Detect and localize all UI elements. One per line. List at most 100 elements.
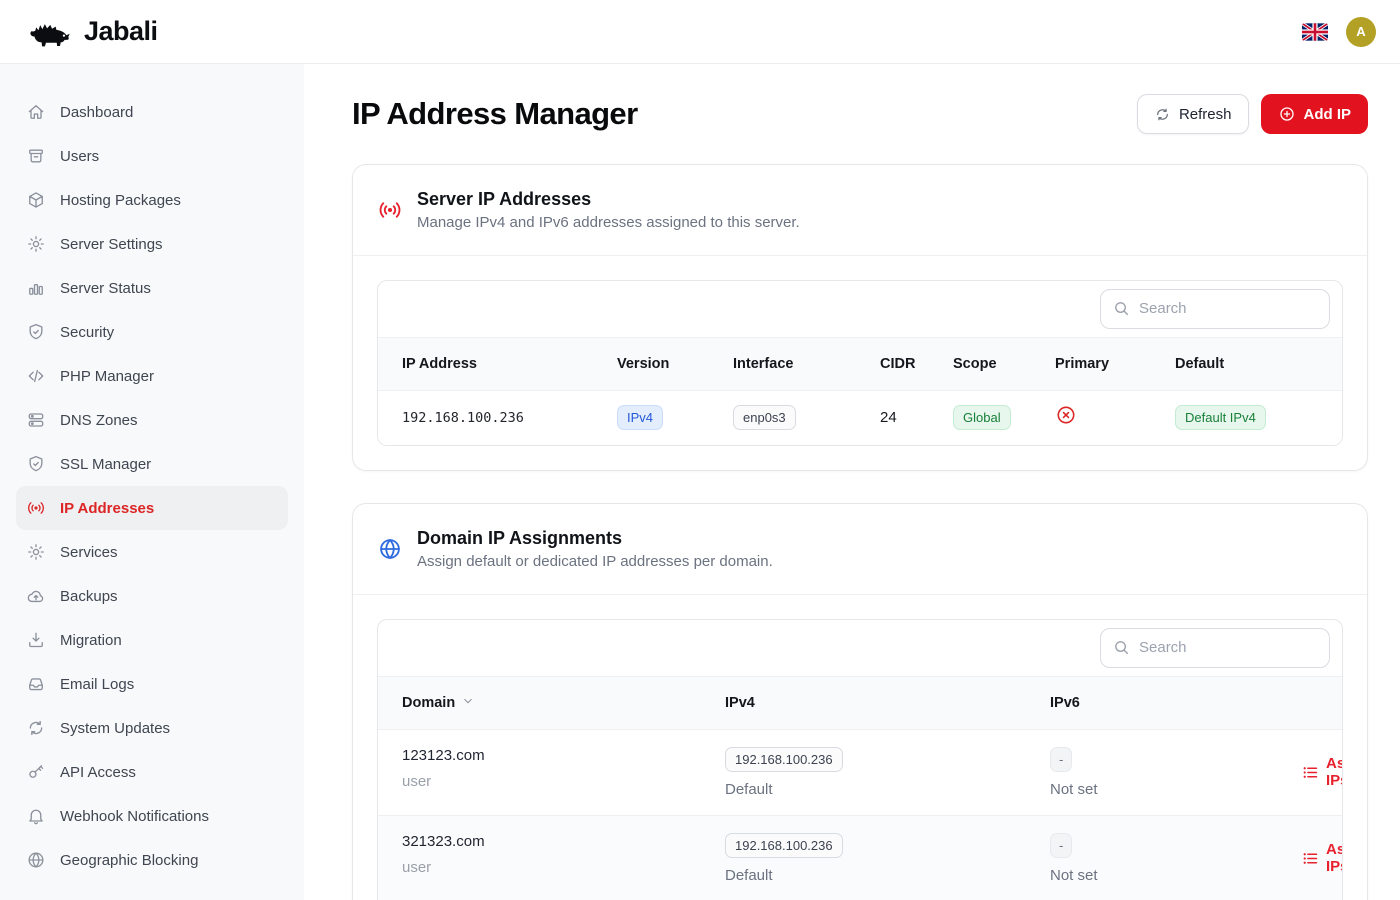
sidebar-item-label: Webhook Notifications: [60, 808, 209, 825]
assign-ips-button[interactable]: Assign IPs: [1302, 841, 1343, 875]
col-domain[interactable]: Domain: [402, 694, 725, 712]
domain-name: 123123.com: [402, 747, 725, 764]
server-ip-search: [1100, 289, 1330, 329]
sidebar-item-webhook-notifications[interactable]: Webhook Notifications: [16, 794, 288, 838]
domain-table-row: 321323.com user 192.168.100.236 Default …: [378, 816, 1342, 900]
domain-table-header: Domain IPv4 IPv6: [378, 677, 1342, 730]
ipv4-label: Default: [725, 781, 1050, 798]
broadcast-icon: [377, 197, 403, 223]
list-icon: [1302, 850, 1319, 867]
shield-check-icon: [26, 454, 46, 474]
bar-chart-icon: [26, 278, 46, 298]
col-ipv4: IPv4: [725, 695, 1050, 711]
ipv6-label: Not set: [1050, 781, 1302, 798]
sidebar-item-label: SSL Manager: [60, 456, 151, 473]
sidebar-item-label: System Updates: [60, 720, 170, 737]
chevron-down-icon: [461, 694, 475, 712]
sidebar-item-email-logs[interactable]: Email Logs: [16, 662, 288, 706]
sidebar-item-security[interactable]: Security: [16, 310, 288, 354]
col-ipv6: IPv6: [1050, 695, 1302, 711]
sidebar-item-migration[interactable]: Migration: [16, 618, 288, 662]
sidebar-item-php-manager[interactable]: PHP Manager: [16, 354, 288, 398]
ipv4-badge: 192.168.100.236: [725, 833, 843, 858]
scope-badge: Global: [953, 405, 1011, 430]
ipv6-badge: -: [1050, 833, 1072, 858]
sidebar-item-label: Geographic Blocking: [60, 852, 198, 869]
domain-name: 321323.com: [402, 833, 725, 850]
sidebar-item-label: Server Status: [60, 280, 151, 297]
domain-table-row: 123123.com user 192.168.100.236 Default …: [378, 730, 1342, 816]
add-ip-button[interactable]: Add IP: [1261, 94, 1369, 134]
code-icon: [26, 366, 46, 386]
gear-icon: [26, 542, 46, 562]
broadcast-icon: [26, 498, 46, 518]
sidebar-item-dns-zones[interactable]: DNS Zones: [16, 398, 288, 442]
sidebar-item-services[interactable]: Services: [16, 530, 288, 574]
server-ip-table-row: 192.168.100.236 IPv4 enp0s3 24 Global De…: [378, 391, 1342, 445]
sidebar-item-label: API Access: [60, 764, 136, 781]
sidebar-item-label: Hosting Packages: [60, 192, 181, 209]
sidebar-item-backups[interactable]: Backups: [16, 574, 288, 618]
sidebar-item-hosting-packages[interactable]: Hosting Packages: [16, 178, 288, 222]
col-domain-label: Domain: [402, 695, 455, 711]
ipv6-label: Not set: [1050, 867, 1302, 884]
sidebar-item-label: Dashboard: [60, 104, 133, 121]
sidebar-item-label: Server Settings: [60, 236, 163, 253]
server-ip-card-subtitle: Manage IPv4 and IPv6 addresses assigned …: [417, 212, 800, 234]
search-icon: [1112, 638, 1131, 657]
boar-logo-icon: [28, 16, 74, 48]
plus-circle-icon: [1278, 105, 1296, 123]
sidebar-item-ssl-manager[interactable]: SSL Manager: [16, 442, 288, 486]
sidebar-item-geographic-blocking[interactable]: Geographic Blocking: [16, 838, 288, 882]
sidebar: Dashboard Users Hosting Packages Server …: [0, 64, 304, 900]
globe-icon: [26, 850, 46, 870]
search-icon: [1112, 299, 1131, 318]
assign-ips-button[interactable]: Assign IPs: [1302, 755, 1343, 789]
sidebar-item-server-status[interactable]: Server Status: [16, 266, 288, 310]
default-badge: Default IPv4: [1175, 405, 1266, 430]
gear-icon: [26, 234, 46, 254]
bell-icon: [26, 806, 46, 826]
server-ip-table-header: IP Address Version Interface CIDR Scope …: [378, 338, 1342, 391]
refresh-button[interactable]: Refresh: [1137, 94, 1249, 134]
archive-icon: [26, 146, 46, 166]
col-default: Default: [1175, 356, 1342, 372]
sidebar-item-label: Backups: [60, 588, 118, 605]
col-ip-address: IP Address: [402, 356, 617, 372]
refresh-button-label: Refresh: [1179, 106, 1232, 123]
globe-icon: [377, 536, 403, 562]
domain-ip-card-title: Domain IP Assignments: [417, 525, 773, 551]
assign-ips-label: Assign IPs: [1326, 841, 1343, 875]
ipv6-badge: -: [1050, 747, 1072, 772]
refresh-icon: [1154, 106, 1171, 123]
ip-address-value: 192.168.100.236: [402, 410, 617, 426]
sidebar-item-dashboard[interactable]: Dashboard: [16, 90, 288, 134]
domain-ip-card-subtitle: Assign default or dedicated IP addresses…: [417, 551, 773, 573]
sidebar-item-api-access[interactable]: API Access: [16, 750, 288, 794]
cidr-value: 24: [880, 409, 953, 426]
sidebar-item-server-settings[interactable]: Server Settings: [16, 222, 288, 266]
sidebar-item-users[interactable]: Users: [16, 134, 288, 178]
version-badge: IPv4: [617, 405, 663, 430]
col-cidr: CIDR: [880, 356, 953, 372]
sidebar-item-ip-addresses[interactable]: IP Addresses: [16, 486, 288, 530]
home-icon: [26, 102, 46, 122]
brand[interactable]: Jabali: [28, 16, 158, 48]
server-ip-search-input[interactable]: [1100, 289, 1330, 329]
sidebar-item-system-updates[interactable]: System Updates: [16, 706, 288, 750]
sidebar-item-label: Email Logs: [60, 676, 134, 693]
server-ip-card: Server IP Addresses Manage IPv4 and IPv6…: [352, 164, 1368, 471]
language-flag-icon[interactable]: [1302, 23, 1328, 41]
sidebar-item-label: PHP Manager: [60, 368, 154, 385]
col-interface: Interface: [733, 356, 880, 372]
topbar: Jabali A: [0, 0, 1400, 64]
sidebar-item-label: Migration: [60, 632, 122, 649]
user-avatar[interactable]: A: [1346, 17, 1376, 47]
col-scope: Scope: [953, 356, 1055, 372]
server-stack-icon: [26, 410, 46, 430]
domain-search-input[interactable]: [1100, 628, 1330, 668]
sidebar-item-label: DNS Zones: [60, 412, 138, 429]
brand-name: Jabali: [84, 16, 158, 47]
inbox-icon: [26, 674, 46, 694]
main-content: IP Address Manager Refresh Add IP: [304, 64, 1400, 900]
